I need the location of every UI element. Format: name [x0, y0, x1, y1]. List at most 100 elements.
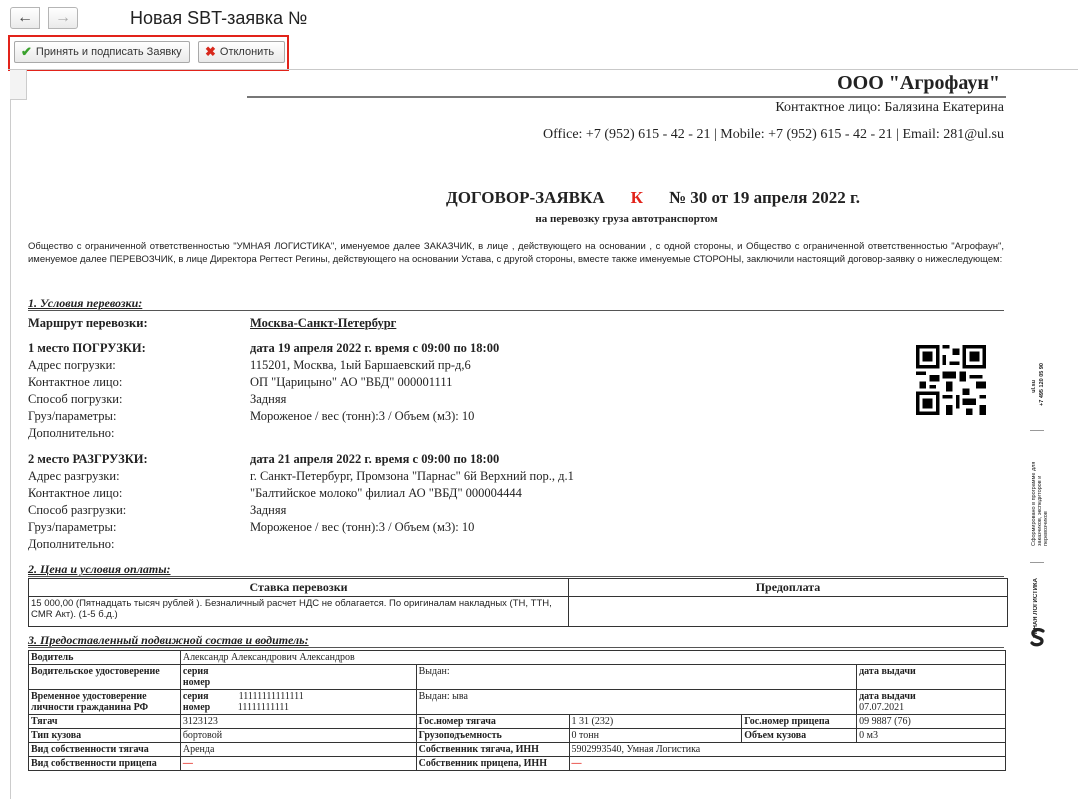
license-label: Водительское удостоверение — [28, 664, 181, 690]
unload-extra-label: Дополнительно: — [28, 537, 115, 551]
route-value: Москва-Санкт-Петербург — [250, 316, 397, 330]
temp-id-date-cell: дата выдачи 07.07.2021 — [856, 689, 1006, 715]
temp-id-date-label: дата выдачи — [859, 691, 916, 702]
trailer-ownership-label: Вид собственности прицепа — [28, 756, 181, 771]
qr-code — [916, 345, 986, 415]
trailer-plate-value: 09 9887 (76) — [856, 714, 1006, 729]
contact-person: Контактное лицо: Балязина Екатерина — [775, 100, 1004, 115]
section-3-rule — [28, 647, 1004, 648]
truck-owner-label: Собственник тягача, ИНН — [415, 742, 570, 757]
prepay-header: Предоплата — [568, 578, 1008, 597]
rate-header: Ставка перевозки — [28, 578, 569, 597]
unload-cargo-value: Мороженое / вес (тонн):3 / Объем (м3): 1… — [250, 520, 475, 534]
load-cargo-label: Груз/параметры: — [28, 409, 117, 423]
document-corner — [10, 70, 27, 100]
license-number: номер — [182, 677, 211, 688]
body-volume-label: Объем кузова — [741, 728, 858, 743]
load-contact-value: ОП "Царицыно" АО "ВБД" 000001111 — [250, 375, 453, 389]
rate-value: 15 000,00 (Пятнадцать тысяч рублей ). Бе… — [28, 596, 569, 627]
unload-contact-value: "Балтийское молоко" филиал АО "ВБД" 0000… — [250, 486, 522, 500]
side-site: ul.su — [1031, 380, 1037, 393]
cross-icon: ✖ — [205, 44, 216, 59]
document-title: ДОГОВОР-ЗАЯВКА К № 30 от 19 апреля 2022 г. — [446, 188, 860, 208]
body-type-label: Тип кузова — [28, 728, 181, 743]
trailer-owner-label: Собственник прицепа, ИНН — [415, 756, 570, 771]
arrow-left-icon: ← — [17, 9, 33, 26]
license-issued: Выдан: — [415, 664, 858, 690]
capacity-value: 0 тонн — [568, 728, 743, 743]
temp-id-issued: Выдан: ыва — [415, 689, 858, 715]
forward-button[interactable]: → — [48, 7, 78, 29]
temp-id-date: 07.07.2021 — [859, 702, 905, 713]
side-generated-note: Сформировано в программе для заказчиков,… — [1031, 461, 1049, 546]
carrier-company: ООО "Агрофаун" — [837, 72, 1000, 94]
load-method-value: Задняя — [250, 392, 287, 406]
trailer-ownership-value: — — [179, 756, 417, 771]
back-button[interactable]: ← — [10, 7, 40, 29]
payment-table: Ставка перевозки Предоплата 15 000,00 (П… — [28, 578, 1008, 627]
accept-sign-button[interactable]: ✔ Принять и подписать Заявку — [14, 41, 190, 63]
truck-plate-label: Гос.номер тягача — [415, 714, 570, 729]
body-volume-value: 0 м3 — [856, 728, 1006, 743]
load-address-label: Адрес погрузки: — [28, 358, 116, 372]
truck-value: 3123123 — [179, 714, 417, 729]
unload-title: 2 место РАЗГРУЗКИ: — [28, 452, 148, 466]
unload-date: дата 21 апреля 2022 г. время с 09:00 по … — [250, 452, 500, 466]
truck-label: Тягач — [28, 714, 181, 729]
document-title-left: ДОГОВОР-ЗАЯВКА — [446, 188, 605, 207]
contact-phones: Office: +7 (952) 615 - 42 - 21 | Mobile:… — [543, 127, 1004, 142]
section-1-rule — [28, 310, 1004, 311]
section-3-heading: 3. Предоставленный подвижной состав и во… — [28, 633, 309, 647]
toolbar-divider — [8, 69, 1078, 70]
trailer-owner-value: — — [568, 756, 1007, 771]
truck-owner-value: 5902993540, Умная Логистика — [568, 742, 1007, 757]
window-title: Новая SBT-заявка № — [130, 8, 308, 28]
load-title: 1 место ПОГРУЗКИ: — [28, 341, 146, 355]
license-series: серия — [182, 666, 209, 677]
section-2-heading: 2. Цена и условия оплаты: — [28, 562, 171, 576]
route-label: Маршрут перевозки: — [28, 316, 148, 330]
vehicle-table: Водитель Александр Александрович Алексан… — [28, 650, 1007, 771]
load-contact-label: Контактное лицо: — [28, 375, 123, 389]
section-2-rule — [28, 576, 1004, 577]
driver-label: Водитель — [28, 650, 181, 665]
load-method-label: Способ погрузки: — [28, 392, 123, 406]
unload-method-label: Способ разгрузки: — [28, 503, 127, 517]
temp-id-label: Временное удостоверение личности граждан… — [28, 689, 181, 715]
document-subtitle: на перевозку груза автотранспортом — [535, 213, 718, 225]
trailer-plate-label: Гос.номер прицепа — [741, 714, 858, 729]
load-date: дата 19 апреля 2022 г. время с 09:00 по … — [250, 341, 500, 355]
unload-method-value: Задняя — [250, 503, 287, 517]
temp-id-number: 11111111111 — [237, 702, 290, 713]
prepay-value — [568, 596, 1008, 627]
unload-cargo-label: Груз/параметры: — [28, 520, 117, 534]
load-address-value: 115201, Москва, 1ый Баршаевский пр-д,6 — [250, 358, 471, 372]
section-1-heading: 1. Условия перевозки: — [28, 296, 143, 310]
truck-plate-value: 1 31 (232) — [568, 714, 743, 729]
unload-address-value: г. Санкт-Петербург, Промзона "Парнас" 6й… — [250, 469, 574, 483]
truck-ownership-value: Аренда — [179, 742, 417, 757]
body-type-value: бортовой — [179, 728, 417, 743]
arrow-right-icon: → — [55, 9, 71, 26]
unload-contact-label: Контактное лицо: — [28, 486, 123, 500]
temp-id-series-label: серия — [182, 691, 209, 702]
load-cargo-value: Мороженое / вес (тонн):3 / Объем (м3): 1… — [250, 409, 475, 423]
driver-value: Александр Александрович Александров — [179, 650, 1007, 665]
action-toolbar: ✔ Принять и подписать Заявку ✖ Отклонить — [8, 35, 289, 71]
brand-logo-icon — [1030, 628, 1045, 647]
side-separator-1 — [1030, 430, 1044, 431]
contract-preamble: Общество с ограниченной ответственностью… — [28, 241, 1004, 265]
header-rule — [247, 96, 1006, 98]
side-separator-2 — [1030, 562, 1044, 563]
document-number: № 30 от 19 апреля 2022 г. — [668, 188, 861, 207]
temp-id-series-number: серия 11111111111111 номер 11111111111 — [179, 689, 417, 715]
reject-button[interactable]: ✖ Отклонить — [198, 41, 285, 63]
checkmark-icon: ✔ — [21, 44, 32, 59]
temp-id-number-label: номер — [182, 702, 211, 713]
license-series-number: серия номер — [179, 664, 417, 690]
document-title-mark: К — [630, 188, 643, 207]
reject-label: Отклонить — [219, 46, 275, 58]
unload-address-label: Адрес разгрузки: — [28, 469, 120, 483]
side-phone: +7 495 120 05 90 — [1039, 363, 1045, 406]
load-extra-label: Дополнительно: — [28, 426, 115, 440]
